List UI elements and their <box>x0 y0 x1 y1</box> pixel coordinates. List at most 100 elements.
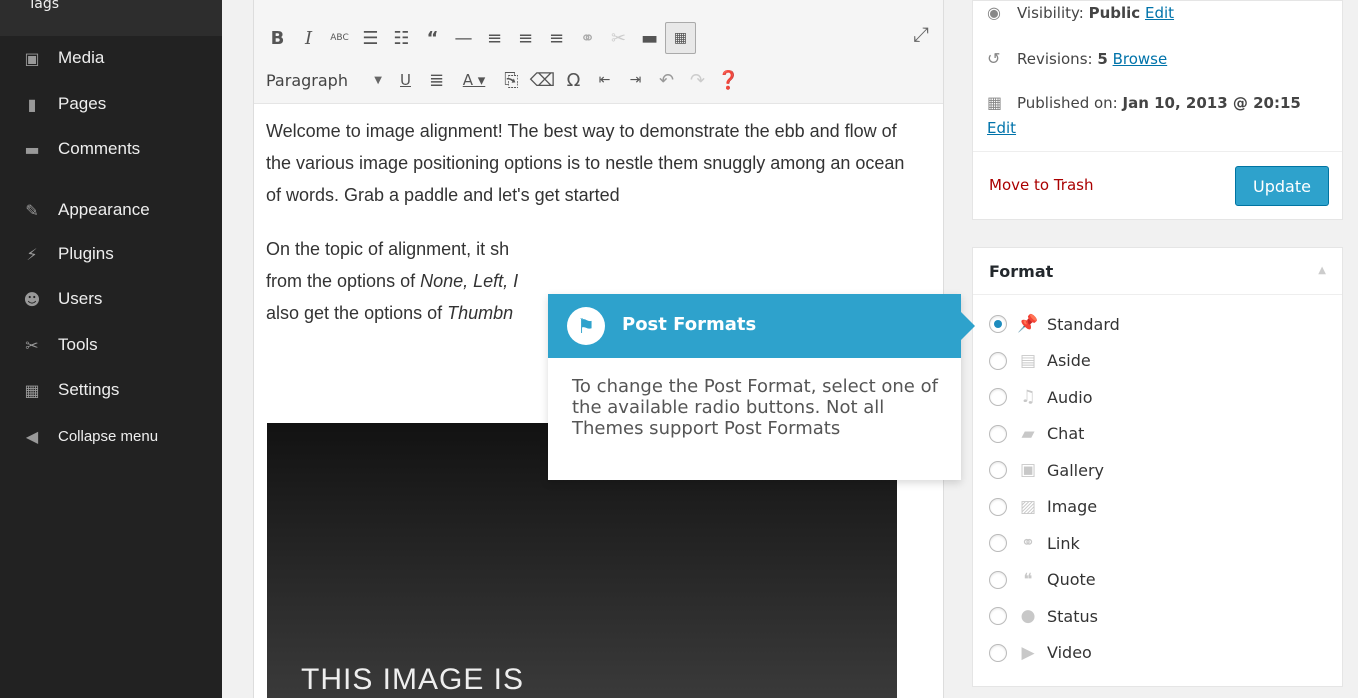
format-select-value: Paragraph <box>266 70 348 90</box>
sidebar-item-comments[interactable]: ▬ Comments <box>0 129 222 169</box>
format-option-label: Link <box>1047 533 1080 553</box>
sidebar-item-label: Settings <box>58 380 120 399</box>
published-date: Jan 10, 2013 @ 20:15 <box>1122 93 1301 112</box>
radio-button[interactable] <box>989 643 1007 662</box>
image-caption-text: THIS IMAGE IS <box>301 663 525 696</box>
revisions-label: Revisions: <box>1017 49 1093 68</box>
format-option-standard[interactable]: 📌 Standard <box>989 309 1120 339</box>
eye-icon: ◉ <box>987 3 1001 22</box>
outdent-icon[interactable]: ⇤ <box>589 64 620 96</box>
format-option-quote[interactable]: ❝ Quote <box>989 565 1096 595</box>
bold-button[interactable]: B <box>262 22 293 54</box>
radio-button[interactable] <box>989 497 1007 516</box>
format-option-status[interactable]: ● Status <box>989 601 1098 631</box>
indent-icon[interactable]: ⇥ <box>620 64 651 96</box>
chevron-down-icon: ▼ <box>374 74 382 86</box>
radio-button[interactable] <box>989 570 1007 589</box>
radio-button[interactable] <box>989 461 1007 479</box>
format-box-title: Format <box>989 262 1054 281</box>
strikethrough-button[interactable]: ABC <box>324 22 355 54</box>
published-edit-link[interactable]: Edit <box>987 119 1016 137</box>
align-left-icon[interactable]: ≡ <box>479 22 510 54</box>
read-more-icon[interactable]: ▬ <box>634 22 665 54</box>
editor-toolbar: B I ABC ☰ ☷ “ — ≡ ≡ ≡ ⚭ ✂ ▬ ▦ Paragraph … <box>254 0 943 104</box>
sidebar-item-tags[interactable]: Tags <box>0 0 222 36</box>
paste-text-icon[interactable]: ⎘ <box>496 64 527 96</box>
text-color-button[interactable]: A ▾ <box>452 64 496 96</box>
radio-button[interactable] <box>989 424 1007 443</box>
insert-link-icon[interactable]: ⚭ <box>572 22 603 54</box>
move-to-trash-link[interactable]: Move to Trash <box>989 176 1093 194</box>
help-icon[interactable]: ❓ <box>713 64 744 96</box>
fullscreen-icon[interactable]: ⤢ <box>913 22 929 46</box>
align-right-icon[interactable]: ≡ <box>541 22 572 54</box>
revisions-browse-link[interactable]: Browse <box>1113 50 1168 68</box>
radio-button[interactable] <box>989 607 1007 625</box>
special-character-icon[interactable]: Ω <box>558 64 589 96</box>
collapse-menu-button[interactable]: ◀ Collapse menu <box>0 416 222 456</box>
format-option-video[interactable]: ▶ Video <box>989 638 1092 668</box>
collapse-icon: ◀ <box>25 426 39 446</box>
format-option-chat[interactable]: ▰ Chat <box>989 419 1084 449</box>
align-center-icon[interactable]: ≡ <box>510 22 541 54</box>
sidebar-item-settings[interactable]: ▦ Settings <box>0 370 222 410</box>
blockquote-icon[interactable]: “ <box>417 22 448 54</box>
italic-button[interactable]: I <box>293 22 324 54</box>
sidebar-item-label: Collapse menu <box>58 427 159 445</box>
gallery-icon: ▣ <box>1019 460 1037 480</box>
radio-button[interactable] <box>989 351 1007 370</box>
sidebar-item-users[interactable]: ☻ Users <box>0 279 222 319</box>
underline-button[interactable]: U <box>390 64 421 96</box>
sidebar-item-media[interactable]: ▣ Media <box>0 38 222 78</box>
redo-icon[interactable]: ↷ <box>682 64 713 96</box>
pointer-arrow <box>961 312 975 340</box>
paragraph-text: also get the options of <box>266 303 448 323</box>
format-option-label: Gallery <box>1047 460 1104 480</box>
format-option-audio[interactable]: ♫ Audio <box>989 382 1092 412</box>
pages-icon: ▮ <box>27 94 37 114</box>
sidebar-item-pages[interactable]: ▮ Pages <box>0 84 222 124</box>
published-label: Published on: <box>1017 93 1118 112</box>
revisions-row: ↺ Revisions: 5 Browse <box>987 49 1167 68</box>
format-option-label: Image <box>1047 497 1098 516</box>
audio-icon: ♫ <box>1020 387 1036 407</box>
format-option-gallery[interactable]: ▣ Gallery <box>989 455 1104 485</box>
clear-formatting-icon[interactable]: ⌫ <box>527 64 558 96</box>
sidebar-item-plugins[interactable]: ⚡ Plugins <box>0 234 222 274</box>
publish-box: ◉ Visibility: Public Edit ↺ Revisions: 5… <box>972 0 1343 220</box>
undo-icon[interactable]: ↶ <box>651 64 682 96</box>
justify-icon[interactable]: ≣ <box>421 64 452 96</box>
format-option-aside[interactable]: ▤ Aside <box>989 346 1091 376</box>
paragraph-text: On the topic of alignment, it sh <box>266 239 510 259</box>
video-icon: ▶ <box>1021 642 1035 663</box>
format-option-image[interactable]: ▨ Image <box>989 492 1097 522</box>
post-formats-pointer: ⚑ Post Formats To change the Post Format… <box>548 294 975 480</box>
radio-button[interactable] <box>989 315 1007 333</box>
format-option-label: Quote <box>1047 570 1096 589</box>
update-button[interactable]: Update <box>1235 166 1329 206</box>
sidebar-item-label: Appearance <box>58 200 150 219</box>
calendar-icon: ▦ <box>987 93 1003 112</box>
sidebar-item-tools[interactable]: ✂ Tools <box>0 325 222 365</box>
visibility-edit-link[interactable]: Edit <box>1145 4 1174 22</box>
format-select[interactable]: Paragraph ▼ <box>262 65 390 95</box>
radio-button[interactable] <box>989 388 1007 406</box>
numbered-list-icon[interactable]: ☷ <box>386 22 417 54</box>
format-option-label: Video <box>1047 643 1092 662</box>
format-box-header[interactable]: Format ▲ <box>973 248 1342 295</box>
radio-button[interactable] <box>989 534 1007 552</box>
format-option-link[interactable]: ⚭ Link <box>989 528 1080 558</box>
collapse-toggle-icon[interactable]: ▲ <box>1318 265 1326 276</box>
published-edit-row: Edit <box>987 119 1016 137</box>
bullet-list-icon[interactable]: ☰ <box>355 22 386 54</box>
toolbar-toggle-icon[interactable]: ▦ <box>665 22 696 54</box>
toolbar-row-1: B I ABC ☰ ☷ “ — ≡ ≡ ≡ ⚭ ✂ ▬ ▦ <box>262 18 696 58</box>
paragraph-emphasis: None, Left, I <box>420 271 519 291</box>
sidebar-item-label: Comments <box>58 139 141 158</box>
unlink-icon[interactable]: ✂ <box>603 22 634 54</box>
quote-icon: ❝ <box>1023 569 1033 590</box>
chat-icon: ▰ <box>1021 423 1035 444</box>
sidebar-item-appearance[interactable]: ✎ Appearance <box>0 190 222 230</box>
sidebar-item-label: Tags <box>28 0 59 12</box>
horizontal-line-icon[interactable]: — <box>448 22 479 54</box>
